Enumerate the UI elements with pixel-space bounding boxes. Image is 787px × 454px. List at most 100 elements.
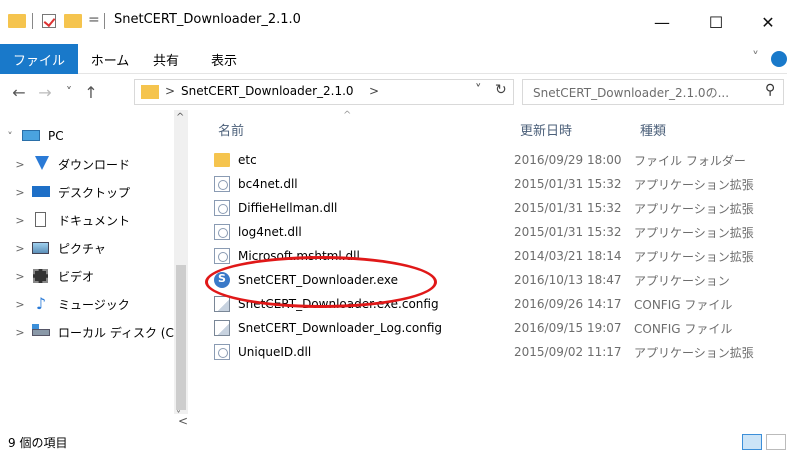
- minimize-button[interactable]: —: [642, 7, 682, 37]
- column-header-type[interactable]: 種類: [640, 118, 780, 140]
- file-name: SnetCERT_Downloader_Log.config: [238, 321, 442, 335]
- file-date: 2015/09/02 11:17: [514, 345, 622, 359]
- nav-item-videos[interactable]: > ビデオ: [10, 262, 186, 290]
- nav-item-local-disk[interactable]: > ローカル ディスク (C: [10, 318, 186, 346]
- file-type: CONFIG ファイル: [634, 297, 733, 312]
- download-icon: [30, 156, 52, 172]
- file-date: 2015/01/31 15:32: [514, 177, 622, 191]
- column-header-name[interactable]: 名前: [218, 118, 518, 140]
- file-row-log4net[interactable]: log4net.dll 2015/01/31 15:32 アプリケーション拡張: [214, 220, 784, 244]
- nav-item-downloads[interactable]: > ダウンロード: [10, 150, 186, 178]
- address-row: ← → ˅ ↑ > SnetCERT_Downloader_2.1.0 > ˅ …: [0, 74, 787, 110]
- nav-item-documents[interactable]: > ドキュメント: [10, 206, 186, 234]
- chevron-right-icon[interactable]: >: [10, 158, 30, 171]
- file-row-bc4net[interactable]: bc4net.dll 2015/01/31 15:32 アプリケーション拡張: [214, 172, 784, 196]
- config-file-icon: [214, 320, 230, 336]
- refresh-icon[interactable]: ↻: [495, 82, 507, 98]
- highlight-annotation: [205, 256, 437, 308]
- file-date: 2016/09/29 18:00: [514, 153, 622, 167]
- tab-file[interactable]: ファイル: [0, 44, 78, 74]
- chevron-down-icon[interactable]: ˅: [0, 130, 20, 143]
- nav-item-pictures[interactable]: > ピクチャ: [10, 234, 186, 262]
- chevron-right-icon[interactable]: >: [10, 242, 30, 255]
- address-dropdown-icon[interactable]: ˅: [475, 83, 482, 98]
- breadcrumb-separator: >: [369, 84, 380, 98]
- separator: [32, 13, 33, 29]
- close-button[interactable]: ✕: [748, 7, 787, 37]
- address-bar[interactable]: > SnetCERT_Downloader_2.1.0 > ˅ ↻: [134, 79, 514, 105]
- desktop-icon: [30, 184, 52, 200]
- nav-label: ピクチャ: [58, 241, 106, 256]
- file-type: CONFIG ファイル: [634, 321, 733, 336]
- ribbon-tabs: ファイル ホーム 共有 表示 ˅: [0, 44, 787, 74]
- forward-button[interactable]: →: [34, 80, 56, 104]
- new-folder-icon[interactable]: [64, 14, 82, 28]
- dll-file-icon: [214, 176, 230, 192]
- tab-home[interactable]: ホーム: [82, 44, 138, 74]
- nav-label: ダウンロード: [58, 157, 131, 172]
- file-date: 2015/01/31 15:32: [514, 201, 622, 215]
- dll-file-icon: [214, 224, 230, 240]
- nav-label: ビデオ: [58, 269, 95, 284]
- recent-locations-button[interactable]: ˅: [58, 80, 80, 104]
- navigation-pane: ˅ PC > ダウンロード > デスクトップ > ドキュメント > ピクチャ >…: [0, 110, 186, 430]
- file-name: DiffieHellman.dll: [238, 201, 338, 215]
- file-name: log4net.dll: [238, 225, 302, 239]
- file-type: アプリケーション拡張: [634, 345, 754, 360]
- folder-icon: [8, 14, 26, 28]
- tab-share[interactable]: 共有: [140, 44, 192, 74]
- chevron-right-icon[interactable]: >: [10, 186, 30, 199]
- back-button[interactable]: ←: [8, 80, 30, 104]
- dll-file-icon: [214, 200, 230, 216]
- breadcrumb-path[interactable]: SnetCERT_Downloader_2.1.0: [181, 84, 354, 98]
- chevron-right-icon[interactable]: >: [10, 214, 30, 227]
- file-row-log-config[interactable]: SnetCERT_Downloader_Log.config 2016/09/1…: [214, 316, 784, 340]
- scroll-left-icon[interactable]: <: [178, 414, 188, 428]
- item-count: 9 個の項目: [8, 436, 68, 450]
- properties-check-icon[interactable]: [42, 14, 56, 28]
- nav-label: ローカル ディスク (C: [58, 325, 174, 340]
- search-icon[interactable]: ⚲: [765, 82, 775, 98]
- nav-label: ドキュメント: [58, 213, 131, 228]
- file-date: 2016/10/13 18:47: [514, 273, 622, 287]
- scroll-thumb[interactable]: [176, 265, 186, 410]
- column-header-date[interactable]: 更新日時: [520, 118, 640, 140]
- ribbon-expand-icon[interactable]: ˅: [752, 50, 759, 66]
- breadcrumb-separator: >: [165, 84, 176, 98]
- local-disk-icon: [30, 324, 52, 340]
- nav-item-music[interactable]: > ♪ ミュージック: [10, 290, 186, 318]
- nav-item-pc[interactable]: ˅ PC: [0, 122, 176, 150]
- chevron-right-icon[interactable]: >: [10, 298, 30, 311]
- file-row-etc[interactable]: etc 2016/09/29 18:00 ファイル フォルダー: [214, 148, 784, 172]
- quick-access-dropdown[interactable]: =: [88, 12, 100, 28]
- file-type: ファイル フォルダー: [634, 153, 746, 168]
- chevron-right-icon[interactable]: >: [10, 270, 30, 283]
- up-button[interactable]: ↑: [80, 80, 102, 104]
- horizontal-scrollbar[interactable]: <: [168, 414, 787, 430]
- videos-icon: [30, 268, 52, 284]
- nav-item-desktop[interactable]: > デスクトップ: [10, 178, 186, 206]
- large-icons-view-icon[interactable]: [766, 434, 786, 450]
- details-view-icon[interactable]: [742, 434, 762, 450]
- nav-label: デスクトップ: [58, 185, 131, 200]
- file-row-diffiehellman[interactable]: DiffieHellman.dll 2015/01/31 15:32 アプリケー…: [214, 196, 784, 220]
- pictures-icon: [30, 240, 52, 256]
- tab-view[interactable]: 表示: [198, 44, 250, 74]
- folder-icon: [214, 153, 230, 167]
- file-name: etc: [238, 153, 257, 167]
- documents-icon: [30, 212, 52, 228]
- search-input[interactable]: SnetCERT_Downloader_2.1.0の...: [533, 84, 729, 101]
- separator: [104, 13, 105, 29]
- scroll-up-icon[interactable]: ^: [176, 112, 184, 123]
- file-name: UniqueID.dll: [238, 345, 312, 359]
- file-row-uniqueid[interactable]: UniqueID.dll 2015/09/02 11:17 アプリケーション拡張: [214, 340, 784, 364]
- config-file-icon: [214, 296, 230, 312]
- search-box[interactable]: SnetCERT_Downloader_2.1.0の... ⚲: [522, 79, 784, 105]
- pc-icon: [20, 128, 42, 144]
- maximize-button[interactable]: ☐: [696, 7, 736, 37]
- dll-file-icon: [214, 344, 230, 360]
- chevron-right-icon[interactable]: >: [10, 326, 30, 339]
- nav-pane-scrollbar[interactable]: ^ ˅: [174, 110, 188, 428]
- help-icon[interactable]: [771, 51, 787, 67]
- status-bar: 9 個の項目: [0, 430, 787, 454]
